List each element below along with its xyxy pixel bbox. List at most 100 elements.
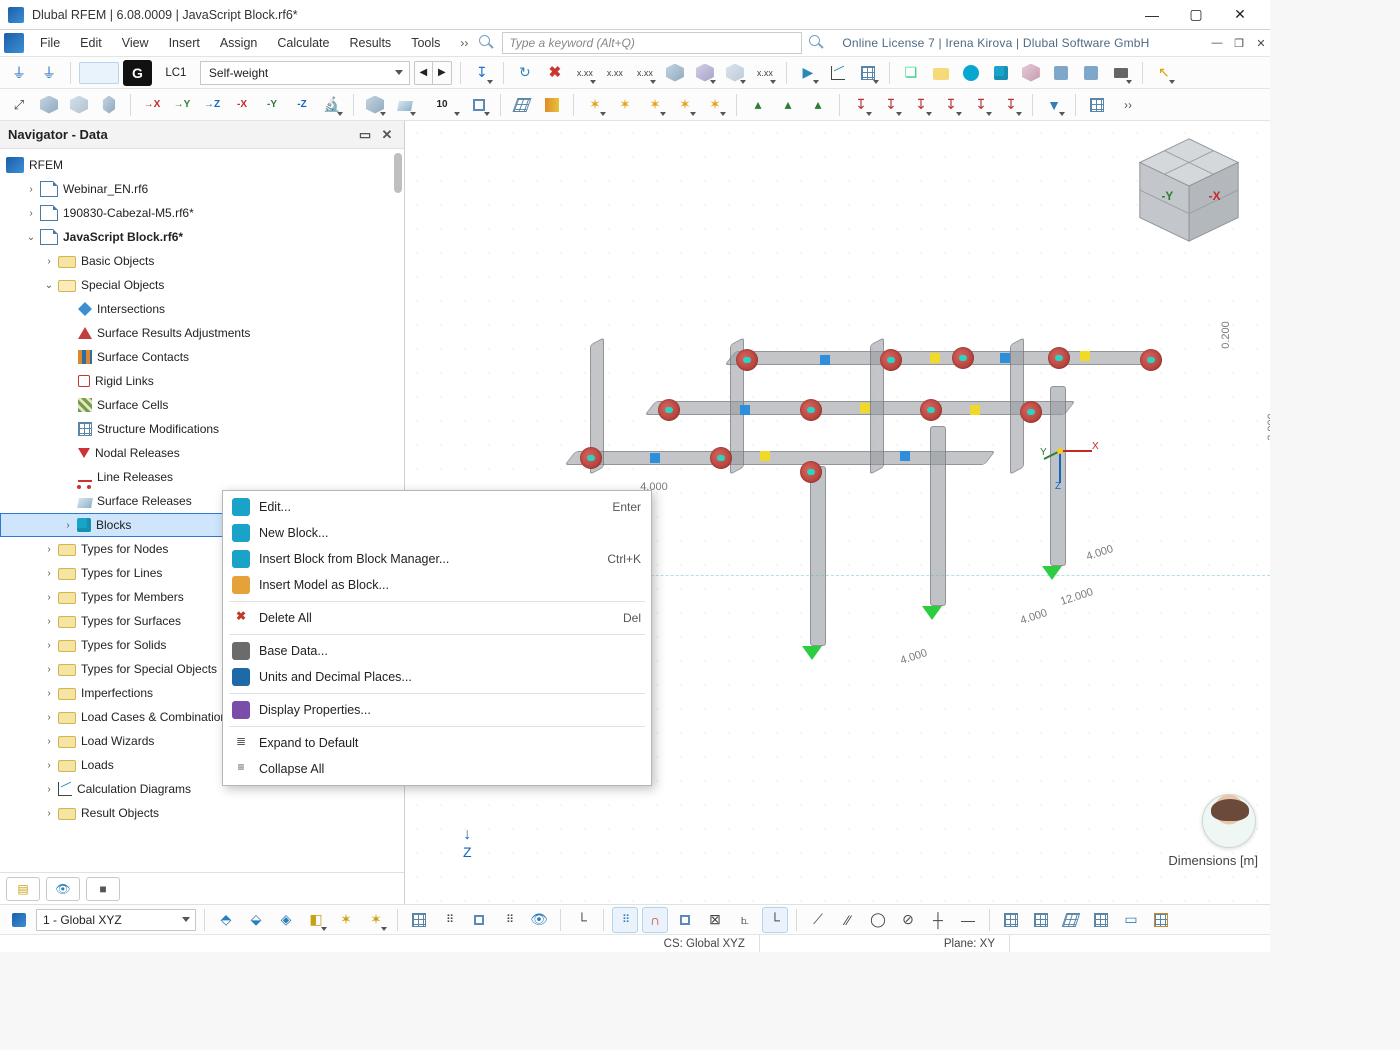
cm-insert-block-from-block-manager[interactable]: Insert Block from Block Manager...Ctrl+K	[223, 546, 651, 572]
axis-ny-icon[interactable]: -Y	[259, 92, 285, 118]
lc-nav-arrows[interactable]: ◀▶	[414, 61, 452, 85]
support-left-icon[interactable]: ⏚	[6, 60, 32, 86]
osnap-cross-icon[interactable]: ⊠	[702, 907, 728, 933]
cm-new-block[interactable]: New Block...	[223, 520, 651, 546]
menu-tools[interactable]: Tools	[401, 32, 450, 54]
ortho-l-icon[interactable]: └	[569, 907, 595, 933]
gline-circle-icon[interactable]: ◯	[865, 907, 891, 933]
load-n-icon[interactable]: ↧	[848, 92, 874, 118]
menu-results[interactable]: Results	[340, 32, 402, 54]
tree-item-rigidlinks[interactable]: Rigid Links	[0, 369, 404, 393]
maximize-button[interactable]: ▢	[1174, 0, 1218, 30]
support-n-icon[interactable]: ▴	[745, 92, 771, 118]
tree-basic-objects[interactable]: ›Basic Objects	[0, 249, 404, 273]
gline-tan-icon[interactable]: ⊘	[895, 907, 921, 933]
table-icon[interactable]	[855, 60, 881, 86]
close-button[interactable]: ✕	[1218, 0, 1262, 30]
grid-2-icon[interactable]	[1028, 907, 1054, 933]
wp-6-icon[interactable]: ✶	[363, 907, 389, 933]
menu-file[interactable]: File	[30, 32, 70, 54]
print-icon[interactable]	[1108, 60, 1134, 86]
nav-tab-display[interactable]: 👁	[46, 877, 80, 901]
load-area-icon[interactable]: ↧	[968, 92, 994, 118]
tree-scrollbar[interactable]	[394, 153, 402, 193]
axis-y-icon[interactable]: →Y	[169, 92, 195, 118]
grid-6-icon[interactable]	[1148, 907, 1174, 933]
cm-units-and-decimal-places[interactable]: Units and Decimal Places...	[223, 664, 651, 690]
doc-minimize-button[interactable]: —	[1208, 34, 1226, 52]
tree-file-active[interactable]: ⌄JavaScript Block.rf6*	[0, 225, 404, 249]
gline-1-icon[interactable]: ⟋	[805, 907, 831, 933]
menu-view[interactable]: View	[112, 32, 159, 54]
new-surface-icon[interactable]: ✶	[672, 92, 698, 118]
snap-eye-icon[interactable]: 👁	[526, 907, 552, 933]
navigation-cube[interactable]: -Y -X	[1130, 131, 1248, 249]
grid-4-icon[interactable]	[1088, 907, 1114, 933]
new-line-icon[interactable]: ✶	[612, 92, 638, 118]
cm-base-data[interactable]: Base Data...	[223, 638, 651, 664]
block-manager-icon[interactable]	[988, 60, 1014, 86]
lc-select[interactable]: Self-weight	[200, 61, 410, 85]
select-cursor-icon[interactable]: ↖	[1151, 60, 1177, 86]
cs-icon[interactable]	[6, 907, 32, 933]
gline-ext-icon[interactable]: ―	[955, 907, 981, 933]
cm-delete-all[interactable]: ✖Delete AllDel	[223, 605, 651, 631]
snap-grid-icon[interactable]	[406, 907, 432, 933]
cm-display-properties[interactable]: Display Properties...	[223, 697, 651, 723]
tree-item-intersections[interactable]: Intersections	[0, 297, 404, 321]
osnap-magnet-icon[interactable]: ∩	[642, 907, 668, 933]
menu-overflow[interactable]: ››	[450, 36, 478, 50]
tree-file[interactable]: ›Webinar_EN.rf6	[0, 177, 404, 201]
cm-edit[interactable]: Edit...Enter	[223, 494, 651, 520]
search-online-icon[interactable]	[808, 34, 826, 52]
nav-tab-data[interactable]: ▤	[6, 877, 40, 901]
show-loads-icon[interactable]: ↧	[469, 60, 495, 86]
tree-item-surfcells[interactable]: Surface Cells	[0, 393, 404, 417]
cm-insert-model-as-block[interactable]: Insert Model as Block...	[223, 572, 651, 598]
minimize-button[interactable]: —	[1130, 0, 1174, 30]
load-s-icon[interactable]: ↧	[938, 92, 964, 118]
tree-item-structmod[interactable]: Structure Modifications	[0, 417, 404, 441]
tree-item-nodalrel[interactable]: Nodal Releases	[0, 441, 404, 465]
axis-z-icon[interactable]: →Z	[199, 92, 225, 118]
axis-nx-icon[interactable]: -X	[229, 92, 255, 118]
keyword-search-input[interactable]: Type a keyword (Alt+Q)	[502, 32, 802, 54]
grid-toggle-icon[interactable]	[1084, 92, 1110, 118]
color-swatch[interactable]	[79, 62, 119, 84]
user-avatar[interactable]	[1202, 794, 1256, 848]
menu-edit[interactable]: Edit	[70, 32, 112, 54]
save-icon[interactable]	[1048, 60, 1074, 86]
cs-select[interactable]: 1 - Global XYZ	[36, 909, 196, 931]
nav-tab-views[interactable]: ■	[86, 877, 120, 901]
stop-icon[interactable]: ✖	[542, 60, 568, 86]
wp-5-icon[interactable]: ✶	[333, 907, 359, 933]
filter-icon[interactable]: ▼	[1041, 92, 1067, 118]
mesh-icon[interactable]	[509, 92, 535, 118]
load-m-icon[interactable]: ↧	[908, 92, 934, 118]
grid-5-icon[interactable]: ▭	[1118, 907, 1144, 933]
save-as-icon[interactable]	[1078, 60, 1104, 86]
lc-group-button[interactable]: G	[123, 60, 152, 86]
tree-item-linerel[interactable]: Line Releases	[0, 465, 404, 489]
tree-special-objects[interactable]: ⌄Special Objects	[0, 273, 404, 297]
lc-code[interactable]: LC1	[156, 60, 196, 86]
menu-calculate[interactable]: Calculate	[267, 32, 339, 54]
show-values-icon[interactable]: x.xx	[572, 60, 598, 86]
diagram-icon[interactable]	[825, 60, 851, 86]
tree-group[interactable]: ›Result Objects	[0, 801, 404, 825]
navigator-close-button[interactable]: ✕	[378, 126, 396, 144]
axis-nz-icon[interactable]: -Z	[289, 92, 315, 118]
doc-restore-button[interactable]: ❐	[1230, 34, 1248, 52]
zoom-extents-icon[interactable]: ⤢	[6, 92, 32, 118]
open-file-icon[interactable]	[928, 60, 954, 86]
gline-2-icon[interactable]: ⁄⁄	[835, 907, 861, 933]
grid-3-icon[interactable]	[1058, 907, 1084, 933]
new-member-icon[interactable]: ✶	[642, 92, 668, 118]
support-right-icon[interactable]: ⏚	[36, 60, 62, 86]
toolbar-overflow[interactable]: ››	[1114, 98, 1142, 112]
clip-icon[interactable]	[466, 92, 492, 118]
load-solid-icon[interactable]: ↧	[998, 92, 1024, 118]
osnap-angle-icon[interactable]: └	[762, 907, 788, 933]
tree-item-surfres[interactable]: Surface Results Adjustments	[0, 321, 404, 345]
support-s-icon[interactable]: ▴	[805, 92, 831, 118]
